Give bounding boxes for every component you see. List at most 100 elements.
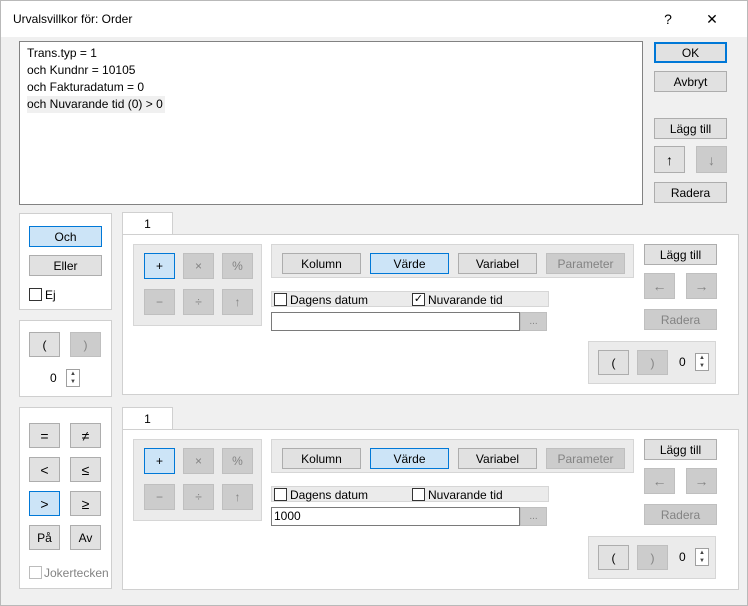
ok-button[interactable]: OK [654,42,727,63]
conditions-list[interactable]: Trans.typ = 1 och Kundnr = 10105 och Fak… [19,41,643,205]
spin-down-icon[interactable]: ▼ [696,362,708,370]
move-right-button[interactable]: → [686,468,717,494]
today-label: Dagens datum [290,293,369,307]
wildcard-label: Jokertecken [44,566,109,580]
open-paren-button[interactable]: ( [29,332,60,357]
times-button[interactable]: × [183,448,214,474]
less-than-button[interactable]: < [29,457,60,482]
add-term-button[interactable]: Lägg till [644,439,717,460]
variable-button[interactable]: Variabel [458,448,537,469]
editor2-tab[interactable]: 1 [122,407,173,430]
delete-condition-button[interactable]: Radera [654,182,727,203]
now-checkbox[interactable] [412,488,425,501]
divide-button[interactable]: ÷ [183,484,214,510]
value-input[interactable]: 1000 [271,507,520,526]
variable-button[interactable]: Variabel [458,253,537,274]
logic-group: Och Eller Ej [19,213,112,310]
browse-button[interactable]: ... [520,312,547,331]
editor1-tab[interactable]: 1 [122,212,173,235]
move-left-button[interactable]: ← [644,468,675,494]
paren-count-spinner[interactable]: ▲ ▼ [66,369,80,387]
greater-equal-button[interactable]: ≥ [70,491,101,516]
not-label: Ej [45,288,56,302]
arrow-left-icon: ← [652,473,667,489]
paren-count: 0 [679,355,686,369]
percent-button[interactable]: % [222,448,253,474]
open-paren-button[interactable]: ( [598,545,629,570]
parameter-button[interactable]: Parameter [546,253,625,274]
add-condition-button[interactable]: Lägg till [654,118,727,139]
on-button[interactable]: På [29,525,60,550]
close-paren-button[interactable]: ) [637,545,668,570]
paren-count-spinner[interactable]: ▲ ▼ [695,353,709,371]
minus-button[interactable]: − [144,484,175,510]
parameter-button[interactable]: Parameter [546,448,625,469]
move-down-button[interactable]: ↓ [696,146,727,173]
value-input[interactable] [271,312,520,331]
not-equals-button[interactable]: ≠ [70,423,101,448]
delete-term-button[interactable]: Radera [644,504,717,525]
not-checkbox[interactable] [29,288,42,301]
condition-line-text: och Nuvarande tid (0) > 0 [27,97,163,111]
browse-button[interactable]: ... [520,507,547,526]
checkmark-icon: ✓ [413,293,424,305]
wildcard-checkbox[interactable] [29,566,42,579]
editor1-panel: + × % − ÷ ↑ Kolumn Värde Variabel Parame… [122,234,739,395]
arrow-up-icon: ↑ [666,151,673,168]
power-button[interactable]: ↑ [222,484,253,510]
plus-button[interactable]: + [144,253,175,279]
spin-down-icon[interactable]: ▼ [67,378,79,386]
greater-than-button[interactable]: > [29,491,60,516]
move-up-button[interactable]: ↑ [654,146,685,173]
column-button[interactable]: Kolumn [282,253,361,274]
editor1-paren-group: ( ) 0 ▲ ▼ [588,341,716,384]
open-paren-button[interactable]: ( [598,350,629,375]
minus-button[interactable]: − [144,289,175,315]
now-label: Nuvarande tid [428,293,503,307]
editor2-panel: + × % − ÷ ↑ Kolumn Värde Variabel Parame… [122,429,739,590]
today-checkbox[interactable] [274,488,287,501]
condition-line[interactable]: och Kundnr = 10105 [27,62,642,79]
divide-button[interactable]: ÷ [183,289,214,315]
value-button[interactable]: Värde [370,253,449,274]
editor2-math-ops: + × % − ÷ ↑ [133,439,262,521]
off-button[interactable]: Av [70,525,101,550]
editor2-date-options: Dagens datum Nuvarande tid [271,486,549,502]
spin-up-icon[interactable]: ▲ [67,370,79,378]
arrow-right-icon: → [694,473,709,489]
window-title: Urvalsvillkor för: Order [13,12,133,26]
and-button[interactable]: Och [29,226,102,247]
condition-line-selected[interactable]: och Nuvarande tid (0) > 0 [27,96,165,113]
equals-button[interactable]: = [29,423,60,448]
spin-up-icon[interactable]: ▲ [696,549,708,557]
editor1-value-types: Kolumn Värde Variabel Parameter [271,244,634,278]
power-button[interactable]: ↑ [222,289,253,315]
operators-group: = ≠ < ≤ > ≥ På Av Jokertecken [19,407,112,589]
close-paren-button[interactable]: ) [637,350,668,375]
now-checkbox[interactable]: ✓ [412,293,425,306]
condition-line[interactable]: och Fakturadatum = 0 [27,79,642,96]
spin-up-icon[interactable]: ▲ [696,354,708,362]
percent-button[interactable]: % [222,253,253,279]
today-checkbox[interactable] [274,293,287,306]
column-button[interactable]: Kolumn [282,448,361,469]
help-button[interactable]: ? [657,9,679,29]
move-left-button[interactable]: ← [644,273,675,299]
delete-term-button[interactable]: Radera [644,309,717,330]
times-button[interactable]: × [183,253,214,279]
condition-line[interactable]: Trans.typ = 1 [27,45,642,62]
paren-count-spinner[interactable]: ▲ ▼ [695,548,709,566]
plus-button[interactable]: + [144,448,175,474]
arrow-right-icon: → [694,278,709,294]
or-button[interactable]: Eller [29,255,102,276]
close-button[interactable]: ✕ [701,9,723,29]
now-label: Nuvarande tid [428,488,503,502]
less-equal-button[interactable]: ≤ [70,457,101,482]
cancel-button[interactable]: Avbryt [654,71,727,92]
add-term-button[interactable]: Lägg till [644,244,717,265]
spin-down-icon[interactable]: ▼ [696,557,708,565]
close-paren-button[interactable]: ) [70,332,101,357]
move-right-button[interactable]: → [686,273,717,299]
editor1-math-ops: + × % − ÷ ↑ [133,244,262,326]
value-button[interactable]: Värde [370,448,449,469]
